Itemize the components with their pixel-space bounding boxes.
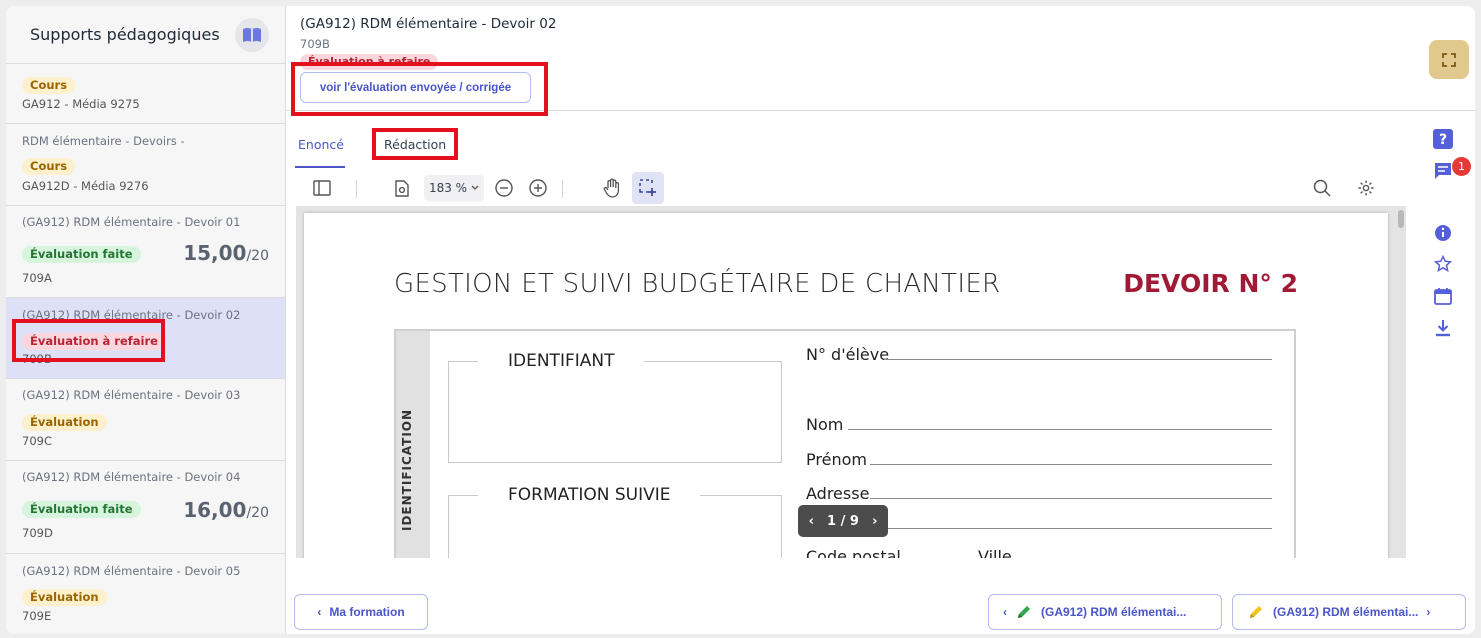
star-icon[interactable] (1431, 252, 1455, 276)
field-eleve: N° d'élève (806, 345, 890, 364)
field-nom: Nom (806, 415, 844, 434)
item-code: 709D (22, 526, 53, 540)
fullscreen-icon[interactable] (1429, 40, 1469, 79)
sidebar-item-devoir-03[interactable]: (GA912) RDM élémentaire - Devoir 03 Éval… (6, 379, 285, 461)
back-label: Ma formation (329, 605, 405, 619)
selection-tool-icon[interactable] (632, 172, 664, 204)
item-title: (GA912) RDM élémentaire - Devoir 04 (22, 470, 241, 484)
field-line (870, 498, 1272, 499)
identifiant-label: IDENTIFIANT (478, 351, 645, 371)
score-value: 16,00 (183, 498, 247, 522)
sidebar-item-cours-2[interactable]: RDM élémentaire - Devoirs - Cours GA912D… (6, 124, 285, 206)
annotation-status-badge (12, 319, 165, 362)
zoom-value: 183 % (428, 181, 468, 195)
field-line (870, 464, 1272, 465)
field-ville: Ville (978, 547, 1012, 558)
pdf-viewer[interactable]: GESTION ET SUIVI BUDGÉTAIRE DE CHANTIER … (296, 206, 1406, 558)
chevron-down-icon (471, 185, 479, 190)
sidebar-title: Supports pédagogiques (30, 25, 220, 44)
document-title: GESTION ET SUIVI BUDGÉTAIRE DE CHANTIER (394, 269, 1001, 299)
sidebar-toggle-icon[interactable] (308, 174, 336, 202)
item-code: 709C (22, 434, 52, 448)
sidebar-item-cours-1[interactable]: Cours GA912 - Média 9275 (6, 64, 285, 124)
annotation-view-button (291, 62, 548, 116)
hand-tool-icon[interactable] (598, 174, 626, 202)
toolbar-divider (562, 180, 563, 198)
page-indicator: 1 / 9 (827, 513, 859, 529)
sidebar-item-devoir-01[interactable]: (GA912) RDM élémentaire - Devoir 01 Éval… (6, 206, 285, 298)
item-code: GA912 - Média 9275 (22, 97, 140, 111)
app-window: Supports pédagogiques Cours GA912 - Médi… (6, 6, 1475, 634)
status-badge: Évaluation (22, 589, 107, 606)
field-code-postal: Code postal (806, 547, 901, 558)
chevron-left-icon: ‹ (1003, 605, 1007, 619)
svg-text:?: ? (1439, 132, 1447, 148)
zoom-select[interactable]: 183 % (424, 175, 484, 201)
item-code: 709A (22, 271, 52, 285)
back-to-formation-button[interactable]: ‹ Ma formation (294, 594, 428, 630)
item-title: RDM élémentaire - Devoirs - (22, 134, 185, 148)
search-icon[interactable] (1308, 174, 1336, 202)
formation-label: FORMATION SUIVIE (478, 485, 701, 505)
next-devoir-button[interactable]: (GA912) RDM élémentai... › (1232, 594, 1466, 630)
document-code: 709B (300, 37, 330, 51)
pencil-green-icon (1018, 606, 1030, 618)
score: 15,00/20 (183, 241, 269, 265)
item-code: GA912D - Média 9276 (22, 179, 149, 193)
sidebar-header: Supports pédagogiques (6, 6, 285, 64)
tab-active-indicator (295, 166, 345, 168)
item-title: (GA912) RDM élémentaire - Devoir 01 (22, 215, 241, 229)
item-title: (GA912) RDM élémentaire - Devoir 05 (22, 564, 241, 578)
identifiant-box (448, 361, 782, 463)
status-badge: Évaluation (22, 414, 107, 431)
sidebar-item-devoir-04[interactable]: (GA912) RDM élémentaire - Devoir 04 Éval… (6, 461, 285, 554)
score-value: 15,00 (183, 241, 247, 265)
field-line (848, 429, 1272, 430)
devoir-number: DEVOIR N° 2 (1123, 269, 1298, 298)
toolbar-divider (356, 180, 357, 198)
field-line (884, 359, 1272, 360)
download-icon[interactable] (1431, 316, 1455, 340)
info-icon[interactable] (1431, 221, 1455, 245)
gear-icon[interactable] (1352, 174, 1380, 202)
next-label: (GA912) RDM élémentai... (1273, 605, 1419, 619)
notification-badge: 1 (1452, 157, 1471, 176)
status-badge: Évaluation faite (22, 501, 141, 518)
page-fit-icon[interactable] (388, 174, 416, 202)
page-title: (GA912) RDM élémentaire - Devoir 02 (300, 16, 557, 32)
score-total: /20 (246, 505, 269, 521)
form-strip: IDENTIFICATION (396, 331, 430, 558)
status-badge: Évaluation faite (22, 246, 141, 263)
page-navigator: ‹ 1 / 9 › (798, 505, 888, 537)
tab-enonce[interactable]: Enoncé (298, 137, 344, 152)
book-icon[interactable] (235, 17, 269, 52)
previous-label: (GA912) RDM élémentai... (1041, 605, 1187, 619)
chevron-right-icon: › (1426, 605, 1431, 619)
score-total: /20 (246, 248, 269, 264)
pencil-yellow-icon (1250, 606, 1262, 618)
zoom-in-icon[interactable] (524, 174, 552, 202)
item-code: 709E (22, 609, 52, 623)
chat-icon[interactable] (1431, 159, 1455, 183)
sidebar-item-devoir-05[interactable]: (GA912) RDM élémentaire - Devoir 05 Éval… (6, 554, 285, 634)
help-icon[interactable]: ? (1431, 127, 1455, 151)
calendar-icon[interactable] (1431, 284, 1455, 308)
chevron-left-icon[interactable]: ‹ (809, 514, 814, 529)
strip-label: IDENTIFICATION (400, 408, 414, 531)
score: 16,00/20 (183, 498, 269, 522)
chevron-right-icon[interactable]: › (872, 514, 877, 529)
field-adresse: Adresse (806, 484, 870, 503)
status-badge: Cours (22, 77, 76, 94)
zoom-out-icon[interactable] (490, 174, 518, 202)
annotation-redaction-tab (372, 128, 458, 160)
pdf-toolbar: 183 % (296, 170, 1406, 206)
previous-devoir-button[interactable]: ‹ (GA912) RDM élémentai... (988, 594, 1222, 630)
field-prenom: Prénom (806, 450, 867, 469)
item-title: (GA912) RDM élémentaire - Devoir 03 (22, 388, 241, 402)
chevron-left-icon: ‹ (317, 605, 322, 619)
status-badge: Cours (22, 158, 76, 175)
scrollbar[interactable] (1398, 210, 1404, 228)
